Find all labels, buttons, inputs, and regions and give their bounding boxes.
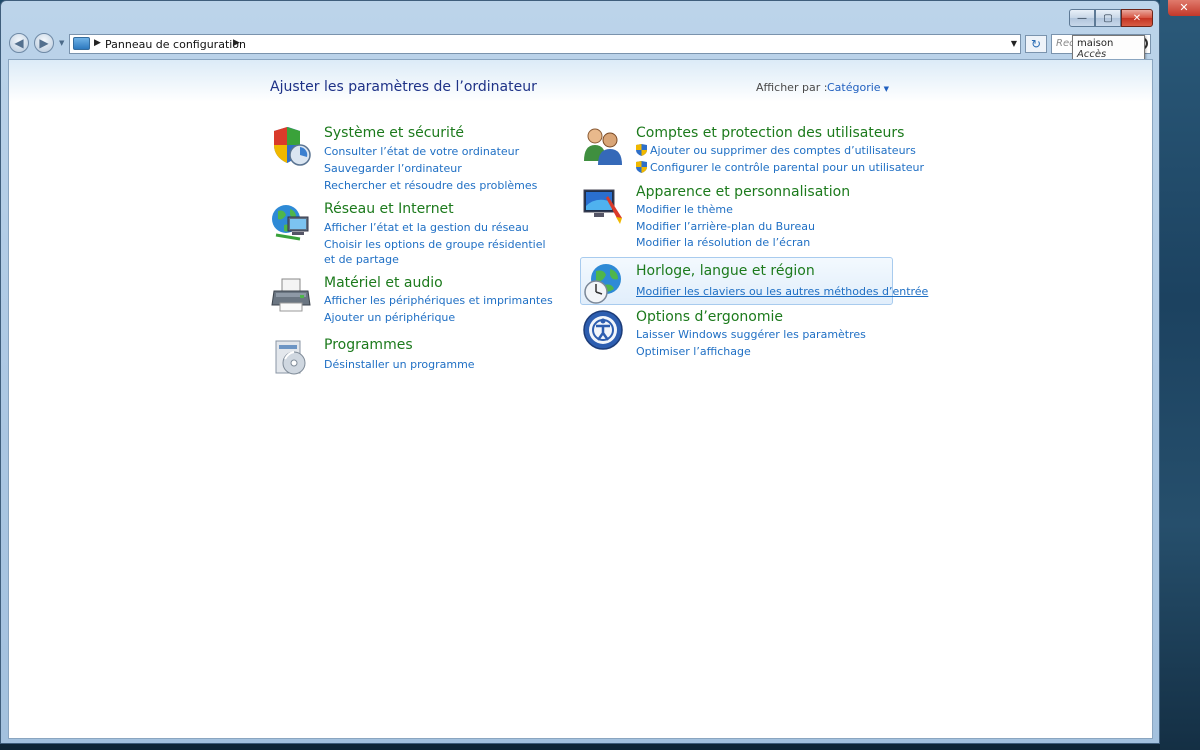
link-change-background[interactable]: Modifier l’arrière-plan du Bureau xyxy=(636,220,815,233)
main-content: Ajuster les paramètres de l’ordinateur A… xyxy=(8,59,1153,739)
link-optimize-display[interactable]: Optimiser l’affichage xyxy=(636,345,751,358)
category-ease-of-access[interactable]: Options d’ergonomie Laisser Windows sugg… xyxy=(582,309,902,359)
link-add-device[interactable]: Ajouter un périphérique xyxy=(324,311,455,324)
recent-pages-dropdown[interactable]: ▼ xyxy=(59,39,64,47)
back-button[interactable]: ◀ xyxy=(9,33,29,53)
link-windows-suggest-settings[interactable]: Laisser Windows suggérer les paramètres xyxy=(636,328,866,341)
category-system-security[interactable]: Système et sécurité Consulter l’état de … xyxy=(270,125,570,195)
link-uninstall-program[interactable]: Désinstaller un programme xyxy=(324,358,475,371)
address-bar[interactable]: ▶ Panneau de configuration ▶ ▼ xyxy=(69,34,1021,54)
link-homegroup-options[interactable]: Choisir les options de groupe résidentie… xyxy=(324,237,554,267)
minimize-button[interactable]: — xyxy=(1069,9,1095,27)
forward-button[interactable]: ▶ xyxy=(34,33,54,53)
breadcrumb-separator[interactable]: ▶ xyxy=(233,38,240,48)
globe-clock-icon xyxy=(584,264,621,304)
category-title[interactable]: Options d’ergonomie xyxy=(636,309,783,325)
category-title[interactable]: Apparence et personnalisation xyxy=(636,184,850,200)
link-change-theme[interactable]: Modifier le thème xyxy=(636,203,733,216)
link-change-keyboards[interactable]: Modifier les claviers ou les autres méth… xyxy=(636,285,928,298)
link-back-up-computer[interactable]: Sauvegarder l’ordinateur xyxy=(324,162,462,175)
breadcrumb-separator[interactable]: ▶ xyxy=(94,38,101,48)
window-controls: — ▢ ✕ xyxy=(1069,9,1153,27)
network-globe-icon xyxy=(272,205,309,241)
link-network-status[interactable]: Afficher l’état et la gestion du réseau xyxy=(324,221,529,234)
category-user-accounts[interactable]: Comptes et protection des utilisateurs A… xyxy=(582,125,924,175)
category-programs[interactable]: Programmes Désinstaller un programme xyxy=(270,337,570,377)
category-title[interactable]: Programmes xyxy=(324,337,413,353)
breadcrumb-control-panel[interactable]: Panneau de configuration xyxy=(105,38,246,51)
view-by-label: Afficher par : xyxy=(756,81,828,94)
category-network-internet[interactable]: Réseau et Internet Afficher l’état et la… xyxy=(270,201,570,266)
link-text[interactable]: Ajouter ou supprimer des comptes d’utili… xyxy=(650,144,916,157)
monitor-paint-icon xyxy=(583,189,622,224)
refresh-button[interactable]: ↻ xyxy=(1025,35,1047,53)
link-text[interactable]: Configurer le contrôle parental pour un … xyxy=(650,161,924,174)
close-button[interactable]: ✕ xyxy=(1121,9,1153,27)
ease-of-access-icon xyxy=(583,310,623,350)
link-parental-controls[interactable]: Configurer le contrôle parental pour un … xyxy=(636,161,924,174)
view-by-value[interactable]: Catégorie xyxy=(827,81,881,94)
control-panel-window: — ▢ ✕ ◀ ▶ ▼ ▶ Panneau de configuration ▶… xyxy=(0,0,1160,744)
navigation-bar: ◀ ▶ ▼ ▶ Panneau de configuration ▶ ▼ ↻ R… xyxy=(9,33,1153,55)
uac-shield-icon xyxy=(636,161,647,173)
category-clock-language-region[interactable]: Horloge, langue et région Modifier les c… xyxy=(582,263,928,304)
link-devices-printers[interactable]: Afficher les périphériques et imprimante… xyxy=(324,294,553,307)
category-title[interactable]: Matériel et audio xyxy=(324,275,443,291)
shield-icon xyxy=(274,127,311,166)
chevron-down-icon: ▼ xyxy=(883,85,889,93)
uac-shield-icon xyxy=(636,144,647,156)
link-troubleshoot[interactable]: Rechercher et résoudre des problèmes xyxy=(324,179,537,192)
users-icon xyxy=(584,128,622,165)
tooltip-network-name: maison xyxy=(1077,38,1114,49)
background-window-close-button[interactable]: ✕ xyxy=(1168,0,1200,16)
category-title[interactable]: Comptes et protection des utilisateurs xyxy=(636,125,904,141)
view-by-dropdown[interactable]: Catégorie ▼ xyxy=(827,81,889,94)
category-title[interactable]: Horloge, langue et région xyxy=(636,263,815,279)
link-change-resolution[interactable]: Modifier la résolution de l’écran xyxy=(636,236,810,249)
maximize-button[interactable]: ▢ xyxy=(1095,9,1121,27)
programs-disc-icon xyxy=(275,340,306,375)
printer-icon xyxy=(271,278,311,312)
category-title[interactable]: Réseau et Internet xyxy=(324,201,454,217)
category-hardware-sound[interactable]: Matériel et audio Afficher les périphéri… xyxy=(270,275,570,325)
page-title: Ajuster les paramètres de l’ordinateur xyxy=(270,79,537,95)
address-dropdown-icon[interactable]: ▼ xyxy=(1011,39,1017,48)
category-title[interactable]: Système et sécurité xyxy=(324,125,464,141)
control-panel-icon xyxy=(73,37,90,50)
link-add-remove-accounts[interactable]: Ajouter ou supprimer des comptes d’utili… xyxy=(636,144,916,157)
link-check-computer-status[interactable]: Consulter l’état de votre ordinateur xyxy=(324,145,519,158)
category-appearance[interactable]: Apparence et personnalisation Modifier l… xyxy=(582,184,902,249)
desktop-background xyxy=(1160,0,1200,750)
